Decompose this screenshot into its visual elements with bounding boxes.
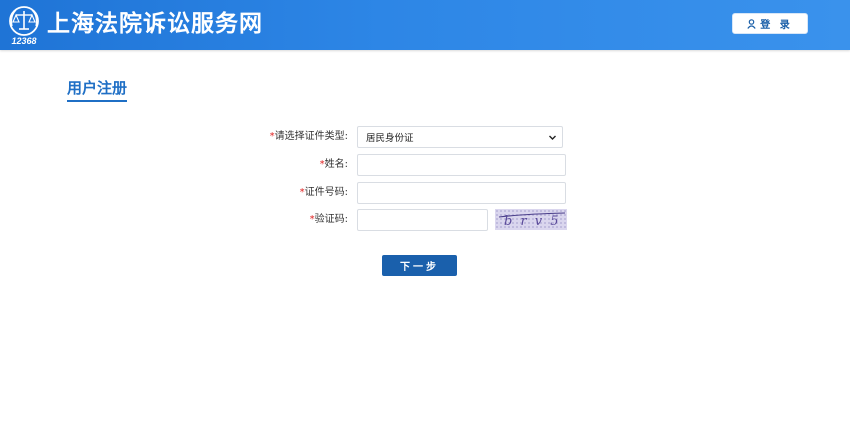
login-label: 登 录 — [760, 20, 793, 31]
form-row-id-number: *证件号码: — [0, 182, 850, 204]
form-row-captcha: *验证码: b r v 5 — [0, 209, 850, 231]
logo-text: 12368 — [11, 36, 36, 46]
captcha-input[interactable] — [357, 209, 488, 231]
chevron-down-icon — [549, 135, 556, 140]
captcha-image[interactable]: b r v 5 — [495, 209, 567, 230]
site-title: 上海法院诉讼服务网 — [47, 11, 263, 37]
id-type-select[interactable]: 居民身份证 — [357, 126, 563, 148]
id-type-selected-value: 居民身份证 — [366, 133, 414, 144]
page-title: 用户注册 — [67, 79, 128, 102]
name-input[interactable] — [357, 154, 566, 176]
id-number-label: *证件号码: — [299, 187, 348, 198]
next-step-button[interactable]: 下一步 — [382, 255, 457, 276]
site-header: 12368 上海法院诉讼服务网 登 录 — [0, 0, 850, 50]
user-icon — [747, 18, 756, 29]
form-row-id-type: *请选择证件类型: 居民身份证 — [0, 126, 850, 148]
captcha-text: b r v 5 — [504, 214, 561, 229]
id-number-input[interactable] — [357, 182, 566, 204]
captcha-label: *验证码: — [309, 214, 348, 225]
id-type-label: *请选择证件类型: — [269, 131, 348, 142]
court-emblem-icon: 12368 — [9, 6, 39, 46]
captcha-glyphs: b r v 5 — [498, 212, 566, 229]
name-label: *姓名: — [319, 159, 348, 170]
form-row-name: *姓名: — [0, 154, 850, 176]
login-button[interactable]: 登 录 — [732, 13, 808, 34]
